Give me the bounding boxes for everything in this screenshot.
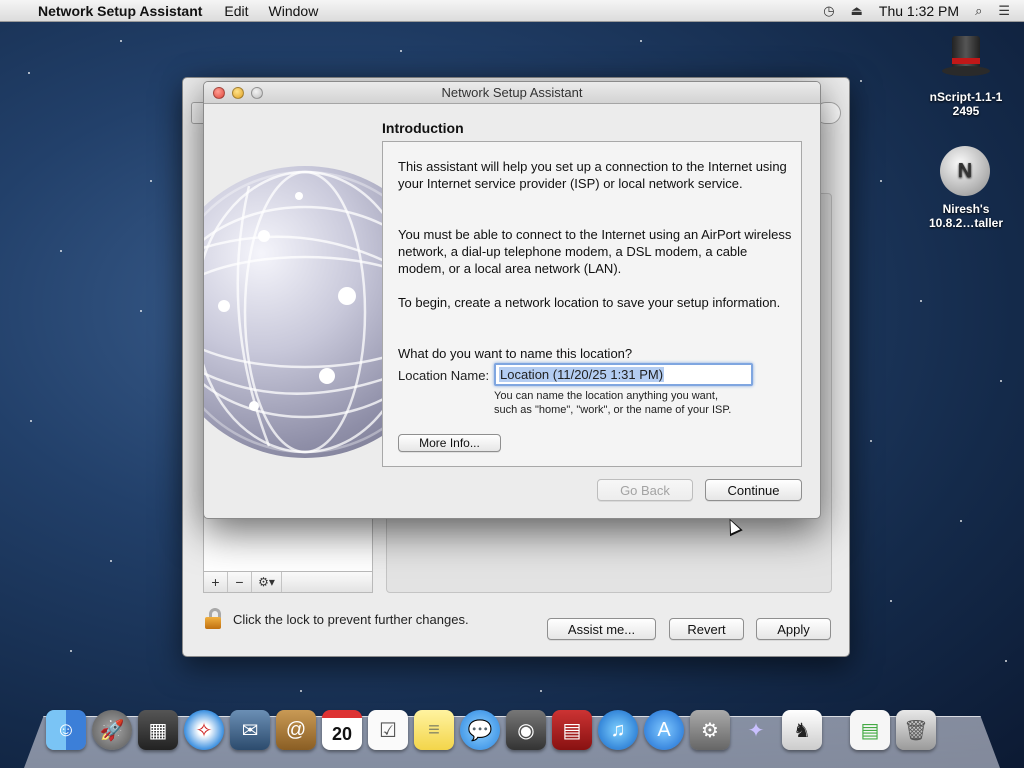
desktop-icon-label: nScript-1.1-1 2495 [929, 90, 1003, 118]
intro-paragraph-3: To begin, create a network location to s… [398, 295, 781, 310]
desktop-icon-niresh-installer[interactable]: N Niresh's 10.8.2…taller [916, 146, 1016, 230]
location-name-label: Location Name: [398, 368, 490, 383]
dock-notes-icon[interactable]: ≡ [414, 710, 454, 750]
dock-photo-booth-icon[interactable]: ▤ [552, 710, 592, 750]
add-service-button[interactable]: + [204, 572, 228, 592]
dock-app-store-icon[interactable]: A [644, 710, 684, 750]
time-machine-icon[interactable]: ◷ [823, 3, 834, 19]
dock-wizard-icon[interactable]: ✦ [736, 710, 776, 750]
continue-button[interactable]: Continue [705, 479, 802, 501]
dock: ☺ 🚀 ▦ ✧ ✉ @ 20 ☑ ≡ 💬 ◉ ▤ ♫ A ⚙ ✦ ♞ ▤ 🗑 [46, 710, 936, 750]
dock-launchpad-icon[interactable]: 🚀 [92, 710, 132, 750]
network-setup-assistant-dialog: Network Setup Assistant Introduction Thi… [203, 81, 821, 519]
spotlight-search-icon[interactable]: ⌕ [975, 3, 982, 19]
location-hint: You can name the location anything you w… [494, 389, 731, 417]
dock-finder-icon[interactable]: ☺ [46, 710, 86, 750]
minimize-button[interactable] [232, 87, 244, 99]
assist-me-button[interactable]: Assist me... [547, 618, 656, 640]
dock-facetime-icon[interactable]: ◉ [506, 710, 546, 750]
dock-reminders-icon[interactable]: ☑ [368, 710, 408, 750]
lock-label: Click the lock to prevent further change… [233, 611, 469, 627]
intro-paragraph-1: This assistant will help you set up a co… [398, 159, 787, 191]
menu-edit[interactable]: Edit [224, 3, 248, 19]
top-hat-icon [940, 34, 992, 86]
desktop-icon-label: Niresh's 10.8.2…taller [928, 202, 1004, 230]
menu-window[interactable]: Window [269, 3, 319, 19]
dock-system-preferences-icon[interactable]: ⚙ [690, 710, 730, 750]
revert-button[interactable]: Revert [669, 618, 744, 640]
dock-trash-icon[interactable]: 🗑 [896, 710, 936, 750]
zoom-button[interactable] [251, 87, 263, 99]
dock-contacts-icon[interactable]: @ [276, 710, 316, 750]
close-button[interactable] [213, 87, 225, 99]
location-question: What do you want to name this location? [398, 346, 633, 361]
disk-image-icon: N [940, 146, 992, 198]
dock-document-icon[interactable]: ▤ [850, 710, 890, 750]
dialog-title: Network Setup Assistant [441, 85, 583, 100]
eject-icon[interactable]: ⏏ [851, 3, 863, 19]
dock-butler-icon[interactable]: ♞ [782, 710, 822, 750]
dock-mission-control-icon[interactable]: ▦ [138, 710, 178, 750]
location-name-value: Location (11/20/25 1:31 PM) [499, 367, 665, 382]
intro-panel: This assistant will help you set up a co… [382, 141, 802, 467]
menu-clock[interactable]: Thu 1:32 PM [879, 3, 959, 19]
desktop-icon-nscript[interactable]: nScript-1.1-1 2495 [916, 34, 1016, 118]
dock-safari-icon[interactable]: ✧ [184, 710, 224, 750]
notification-center-icon[interactable]: ☰ [998, 3, 1010, 19]
remove-service-button[interactable]: − [228, 572, 252, 592]
more-info-button[interactable]: More Info... [398, 434, 501, 452]
dialog-titlebar[interactable]: Network Setup Assistant [204, 82, 820, 104]
menu-app-name[interactable]: Network Setup Assistant [38, 3, 202, 19]
dock-messages-icon[interactable]: 💬 [460, 710, 500, 750]
dock-mail-icon[interactable]: ✉ [230, 710, 270, 750]
menu-bar: Network Setup Assistant Edit Window ◷ ⏏ … [0, 0, 1024, 22]
service-list-toolbar: + − ⚙▾ [203, 571, 373, 593]
dock-calendar-icon[interactable]: 20 [322, 710, 362, 750]
lock-icon[interactable] [203, 608, 225, 630]
gear-icon[interactable]: ⚙▾ [252, 572, 282, 592]
dock-itunes-icon[interactable]: ♫ [598, 710, 638, 750]
hint-line-1: You can name the location anything you w… [494, 390, 719, 402]
go-back-button[interactable]: Go Back [597, 479, 693, 501]
location-name-input[interactable]: Location (11/20/25 1:31 PM) [494, 363, 753, 386]
dialog-heading: Introduction [382, 120, 464, 136]
hint-line-2: such as "home", "work", or the name of y… [494, 404, 732, 416]
apply-button[interactable]: Apply [756, 618, 831, 640]
intro-paragraph-2: You must be able to connect to the Inter… [398, 227, 792, 276]
